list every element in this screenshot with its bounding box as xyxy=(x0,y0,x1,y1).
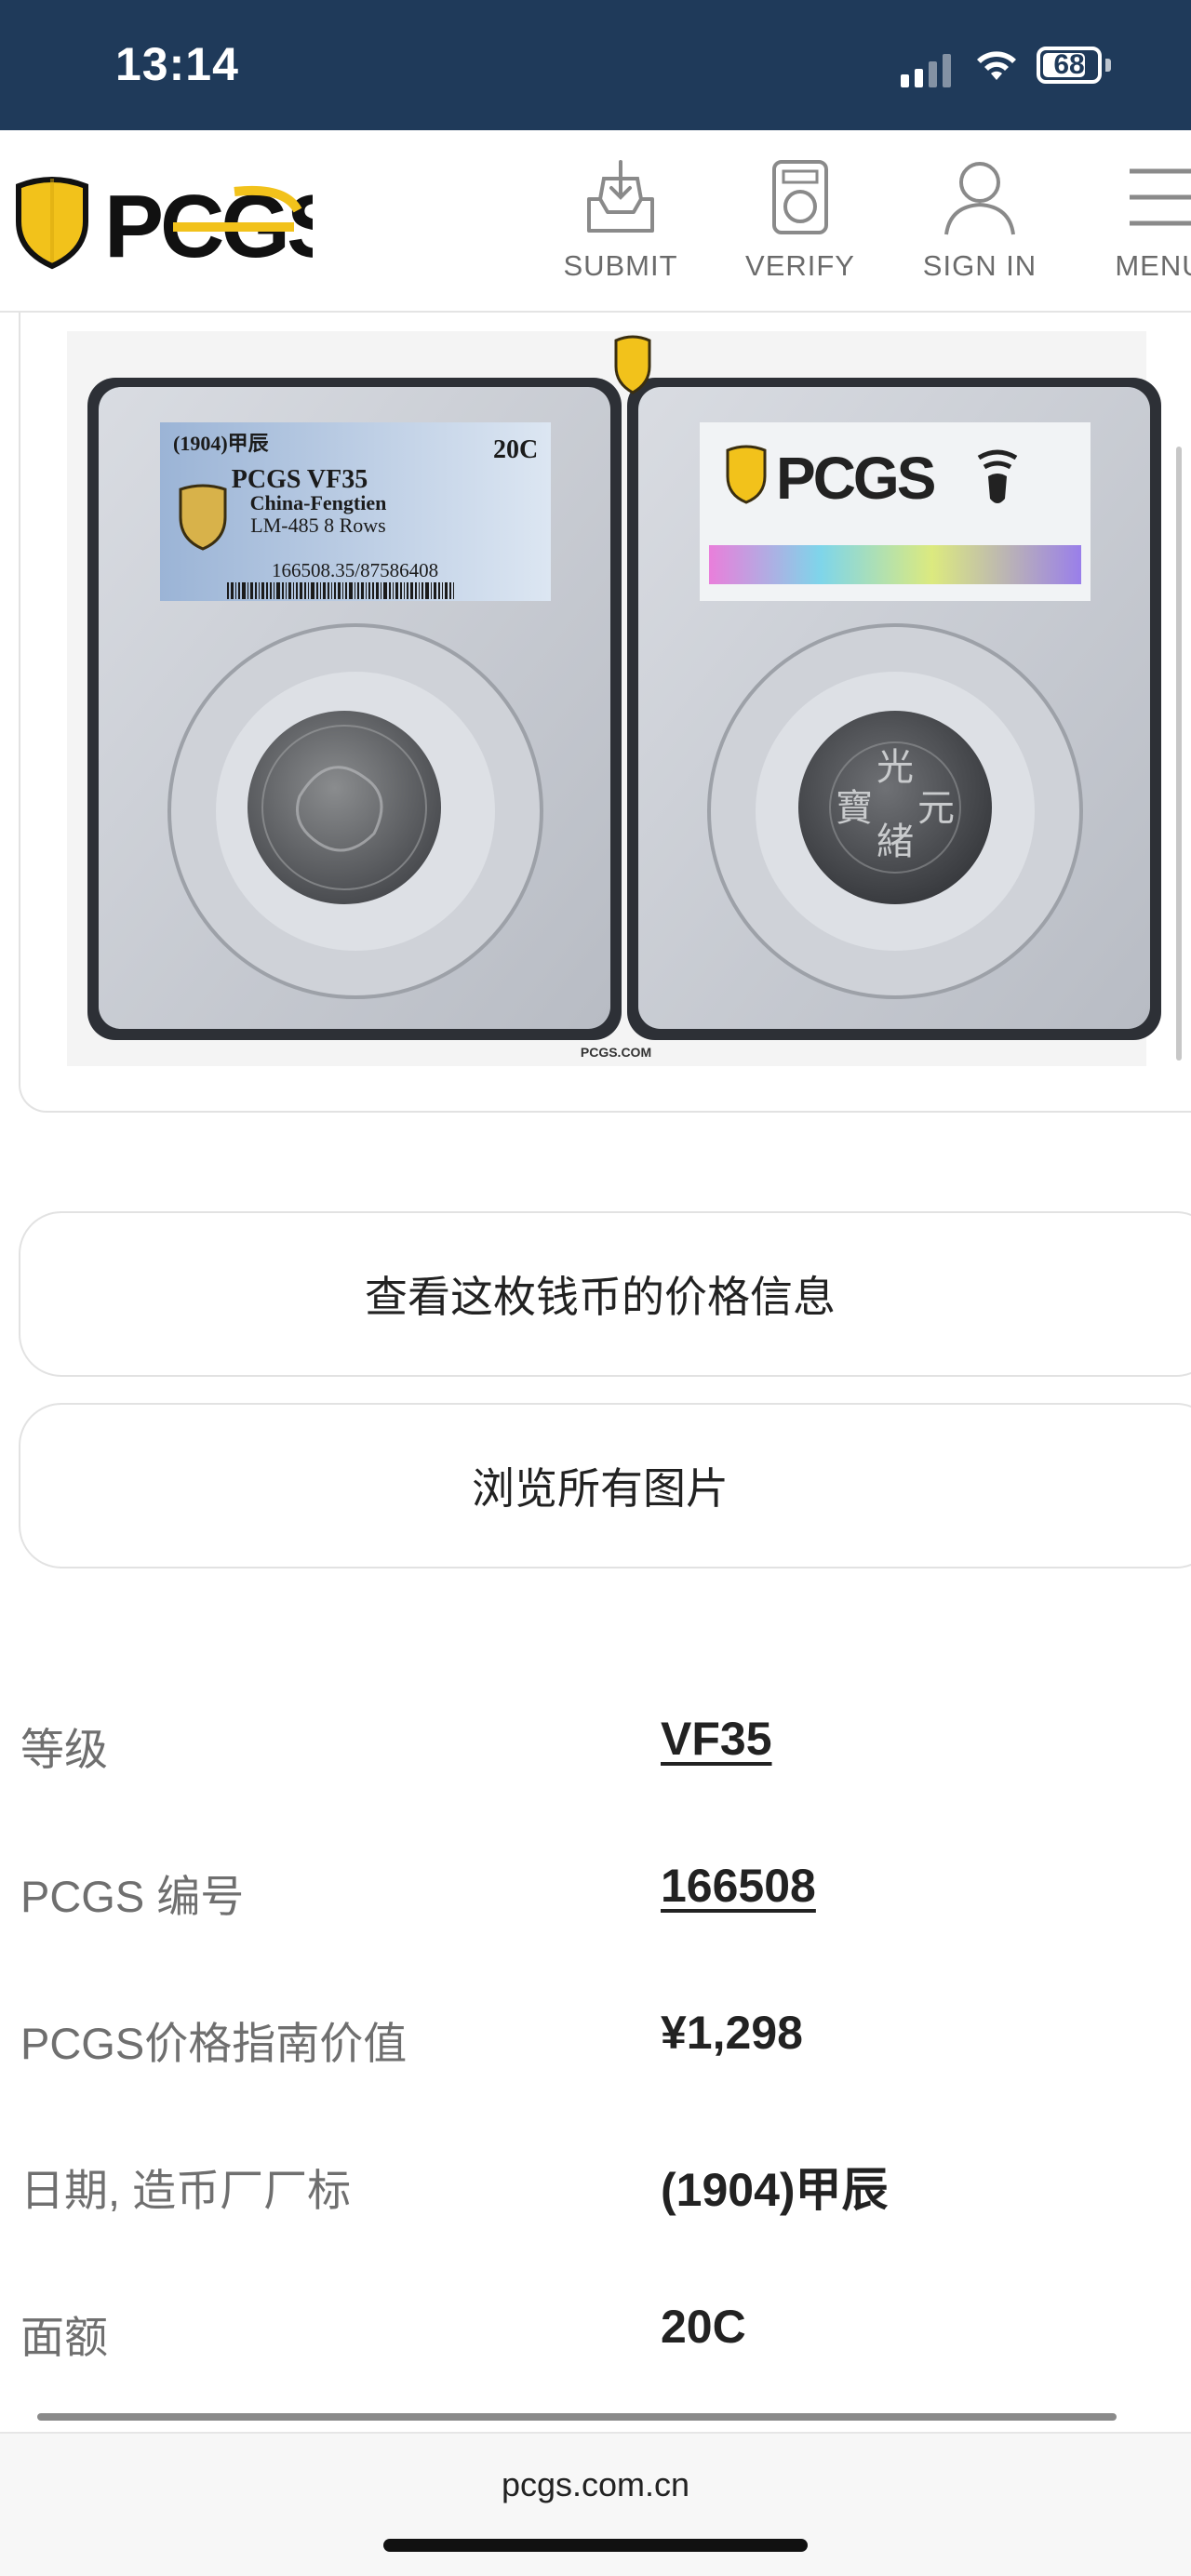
reverse-shield-icon xyxy=(726,445,767,504)
center-shield-icon xyxy=(614,335,651,394)
coin-obverse xyxy=(248,711,441,904)
price-guide-value: ¥1,298 xyxy=(661,2007,803,2059)
detail-label: PCGS价格指南价值 xyxy=(20,2019,408,2068)
grade-link[interactable]: VF35 xyxy=(661,1712,772,1766)
detail-label: 面额 xyxy=(20,2313,108,2362)
inbox-download-icon xyxy=(587,160,654,233)
battery-level: 68 xyxy=(1053,49,1085,80)
pcgs-number-link[interactable]: 166508 xyxy=(661,1859,816,1913)
reverse-char-left: 寶 xyxy=(836,787,873,830)
detail-row-date-mint: 日期, 造币厂厂标 (1904)甲辰 xyxy=(0,2136,1191,2229)
status-time: 13:14 xyxy=(115,38,239,90)
detail-row-price-guide: PCGS价格指南价值 ¥1,298 xyxy=(0,1989,1191,2082)
nav-submit-label: SUBMIT xyxy=(563,249,678,282)
label-variety: LM-485 8 Rows xyxy=(250,514,385,537)
nav-verify-label: VERIFY xyxy=(745,249,855,282)
detail-label: 日期, 造币厂厂标 xyxy=(20,2166,352,2215)
wifi-icon xyxy=(977,51,1016,80)
all-images-label: 浏览所有图片 xyxy=(472,1464,729,1513)
date-mint-value: (1904)甲辰 xyxy=(661,2164,889,2216)
label-denomination: 20C xyxy=(493,435,538,464)
detail-label: PCGS 编号 xyxy=(20,1872,245,1921)
price-info-label: 查看这枚钱币的价格信息 xyxy=(365,1273,836,1321)
url-text: pcgs.com.cn xyxy=(501,2465,690,2503)
detail-row-grade: 等级 VF35 xyxy=(0,1695,1191,1788)
user-icon xyxy=(944,162,1015,235)
label-date: (1904)甲辰 xyxy=(173,432,269,455)
status-bar: 13:14 68 xyxy=(0,0,1191,130)
detail-row-pcgs-number: PCGS 编号 166508 xyxy=(0,1842,1191,1935)
label-shield-icon xyxy=(179,484,227,551)
nav-sign-in[interactable]: SIGN IN xyxy=(887,158,1073,283)
nav-sign-in-label: SIGN IN xyxy=(922,249,1037,282)
home-indicator[interactable] xyxy=(383,2539,808,2552)
hologram-strip xyxy=(709,545,1081,584)
nav-submit[interactable]: SUBMIT xyxy=(528,158,714,283)
coin-holder-image[interactable]: (1904)甲辰 20C PCGS VF35 China-Fengtien LM… xyxy=(20,313,1191,1075)
cellular-signal-icon xyxy=(901,54,951,87)
label-cert: 166508.35/87586408 xyxy=(272,559,438,581)
coin-reverse xyxy=(798,711,992,904)
hamburger-icon xyxy=(1130,168,1191,226)
nav-menu[interactable]: MENU xyxy=(1066,158,1191,283)
reverse-char-top: 光 xyxy=(877,746,914,789)
browser-url-bar[interactable]: pcgs.com.cn xyxy=(0,2432,1191,2576)
denomination-value: 20C xyxy=(661,2301,746,2353)
all-images-button[interactable]: 浏览所有图片 xyxy=(19,1403,1191,1568)
nav-verify[interactable]: VERIFY xyxy=(707,158,893,283)
page-scroll-indicator xyxy=(37,2413,1117,2421)
detail-row-denomination: 面额 20C xyxy=(0,2283,1191,2376)
detail-label: 等级 xyxy=(20,1725,108,1774)
price-info-button[interactable]: 查看这枚钱币的价格信息 xyxy=(19,1211,1191,1377)
image-scrollbar[interactable] xyxy=(1176,447,1182,1061)
holder-verify-icon xyxy=(772,160,828,234)
battery-icon: 68 xyxy=(1037,47,1102,84)
image-footer-text: PCGS.COM xyxy=(581,1045,651,1060)
pcgs-logo[interactable]: PCGS xyxy=(15,173,313,270)
label-grade: PCGS VF35 xyxy=(232,465,368,494)
reverse-char-right: 元 xyxy=(917,787,955,830)
reverse-char-bottom: 緒 xyxy=(877,821,914,863)
reverse-logo-text: PCGS xyxy=(776,445,935,512)
coin-image-card: (1904)甲辰 20C PCGS VF35 China-Fengtien LM… xyxy=(19,313,1191,1113)
label-country: China-Fengtien xyxy=(250,491,387,514)
site-header: PCGS SUBMIT VERIFY SIGN IN MENU xyxy=(0,130,1191,313)
nav-menu-label: MENU xyxy=(1115,249,1191,282)
